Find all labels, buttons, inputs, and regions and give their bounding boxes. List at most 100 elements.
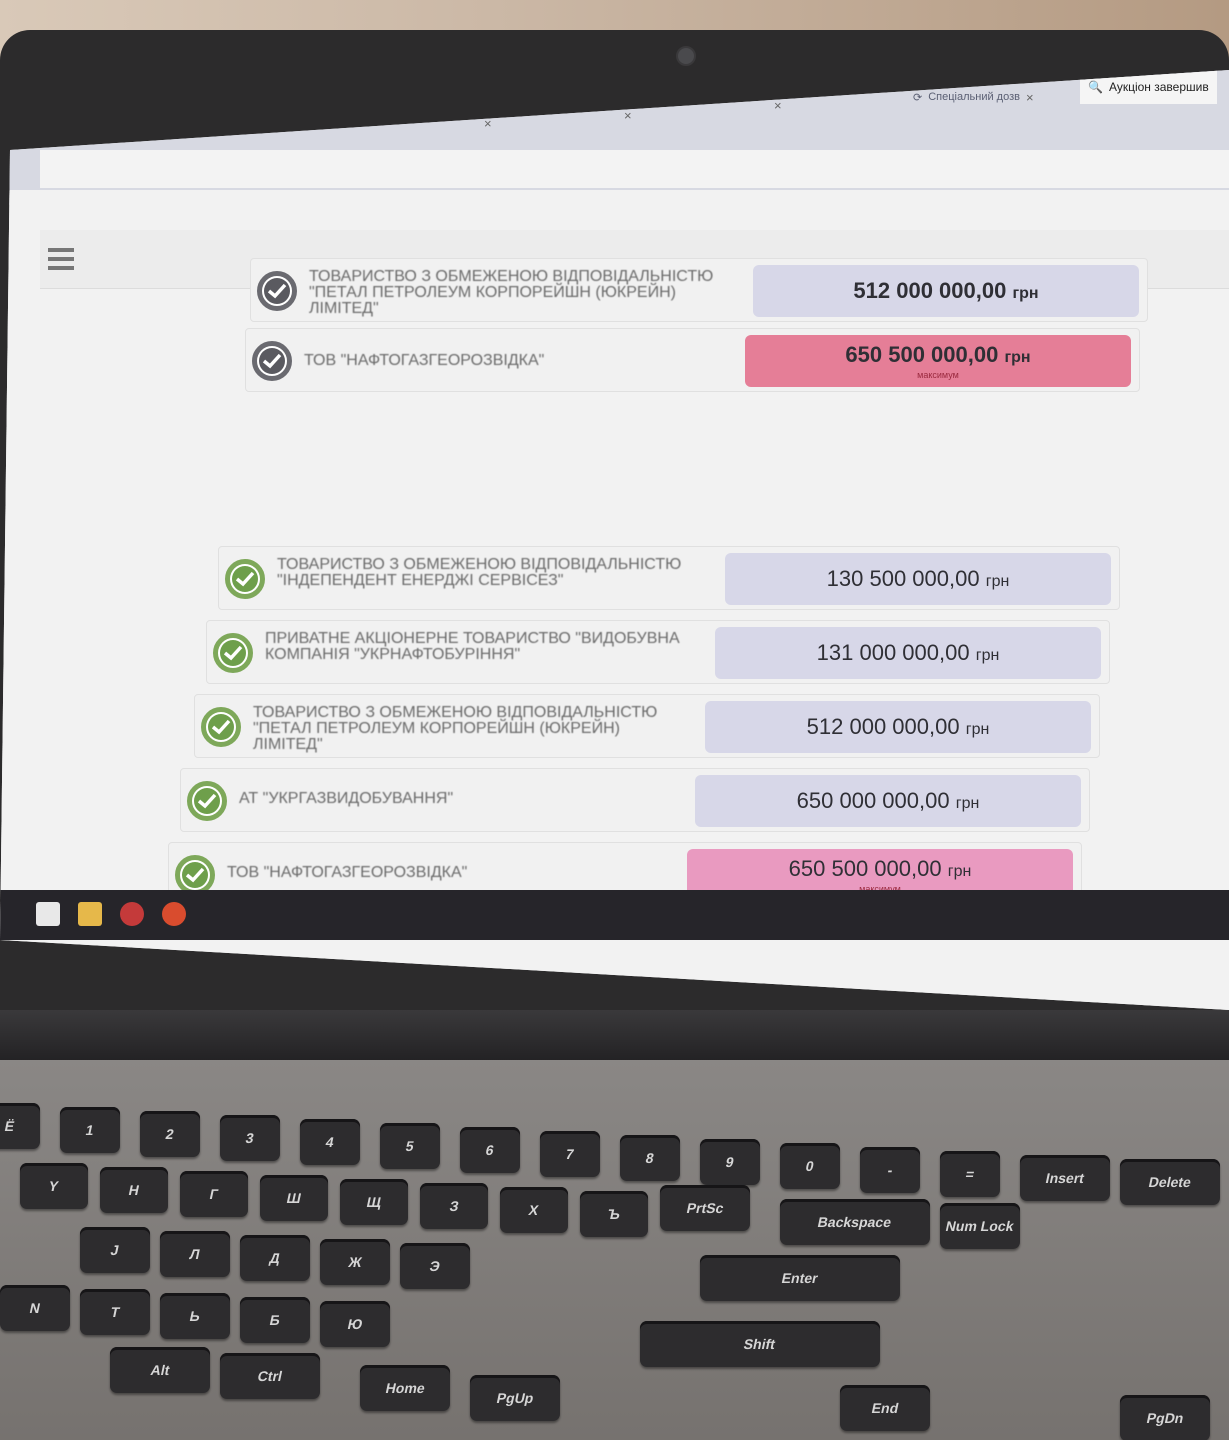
insert-key[interactable]: Insert	[1020, 1155, 1110, 1201]
currency: грн	[975, 647, 1000, 664]
key[interactable]: 7	[540, 1131, 600, 1177]
backspace-key[interactable]: Backspace	[780, 1199, 930, 1245]
check-circle-icon	[175, 855, 215, 895]
key[interactable]: N	[0, 1285, 70, 1331]
key[interactable]: Л	[160, 1231, 230, 1277]
pgdn-key[interactable]: PgDn	[1120, 1395, 1210, 1440]
end-key[interactable]: End	[840, 1385, 930, 1431]
browser-app-icon[interactable]	[120, 902, 144, 926]
key[interactable]: З	[420, 1183, 488, 1229]
bidder-name: АТ "Укргазвидобування"	[239, 790, 454, 807]
bid-amount-box: 131 000 000,00 грн	[715, 627, 1101, 679]
currency: грн	[985, 573, 1010, 590]
search-icon: 🔍	[1088, 80, 1103, 94]
home-key[interactable]: Home	[360, 1365, 450, 1411]
key[interactable]: 8	[620, 1135, 680, 1181]
key[interactable]: 2	[140, 1111, 200, 1157]
refresh-icon: ⟳	[913, 91, 923, 104]
bid-amount: 650 500 000,00	[788, 856, 942, 881]
check-circle-icon	[213, 633, 253, 673]
check-circle-icon	[257, 271, 297, 311]
num-lock-key[interactable]: Num Lock	[940, 1203, 1020, 1249]
check-circle-icon	[201, 707, 241, 747]
key[interactable]: 9	[700, 1139, 760, 1185]
tab-label: Аукціон завершив	[1108, 80, 1209, 94]
notepad-icon[interactable]	[36, 902, 60, 926]
key[interactable]: Щ	[340, 1179, 408, 1225]
shift-key[interactable]: Shift	[640, 1321, 880, 1367]
windows-taskbar: ▲▭◠◁	[0, 890, 1229, 940]
webcam	[676, 46, 696, 66]
bid-amount-box-max: 650 500 000,00 грн максимум	[745, 335, 1131, 387]
bidder-name: ПРИВАТНЕ АКЦІОНЕРНЕ ТОВАРИСТВО "ВИДОБУВН…	[265, 630, 680, 663]
key[interactable]: =	[940, 1151, 1000, 1197]
key[interactable]: Ь	[160, 1293, 230, 1339]
key[interactable]: Н	[100, 1167, 168, 1213]
result-row: ТОВАРИСТВО З ОБМЕЖЕНОЮ ВІДПОВІДАЛЬНІСТЮ …	[194, 694, 1100, 758]
bid-row: ТОВ "НАФТОГАЗГЕОРОЗВІДКА" 650 500 000,00…	[245, 328, 1140, 392]
key[interactable]: Ю	[320, 1301, 390, 1347]
key[interactable]: Ш	[260, 1175, 328, 1221]
bidder-name: ТОВАРИСТВО З ОБМЕЖЕНОЮ ВІДПОВІДАЛЬНІСТЮ …	[253, 704, 658, 753]
key[interactable]: Т	[80, 1289, 150, 1335]
bid-amount: 650 500 000,00	[845, 342, 999, 367]
bid-amount: 650 000 000,00	[796, 788, 950, 813]
bidder-name: ТОВАРИСТВО З ОБМЕЖЕНОЮ ВІДПОВІДАЛЬНІСТЮ …	[277, 556, 682, 589]
key[interactable]: 6	[460, 1127, 520, 1173]
tab-label: Спеціальний дозв	[928, 91, 1020, 103]
app-icon[interactable]	[162, 902, 186, 926]
key[interactable]: 0	[780, 1143, 840, 1189]
bid-amount-box: 512 000 000,00 грн	[705, 701, 1091, 753]
bidder-name: ТОВАРИСТВО З ОБМЕЖЕНОЮ ВІДПОВІДАЛЬНІСТЮ …	[309, 268, 714, 317]
ctrl-key[interactable]: Ctrl	[220, 1353, 320, 1399]
key[interactable]: Ж	[320, 1239, 390, 1285]
max-label: максимум	[917, 370, 959, 380]
currency: грн	[955, 795, 980, 812]
currency: грн	[1012, 285, 1039, 302]
bid-amount: 512 000 000,00	[806, 714, 960, 739]
bid-amount-box: 512 000 000,00 грн	[753, 265, 1139, 317]
key[interactable]: Г	[180, 1171, 248, 1217]
key[interactable]: 5	[380, 1123, 440, 1169]
bid-row: ТОВАРИСТВО З ОБМЕЖЕНОЮ ВІДПОВІДАЛЬНІСТЮ …	[250, 258, 1148, 322]
key[interactable]: -	[860, 1147, 920, 1193]
key[interactable]: Ъ	[580, 1191, 648, 1237]
alt-key[interactable]: Alt	[110, 1347, 210, 1393]
check-circle-icon	[252, 341, 292, 381]
currency: грн	[947, 863, 972, 880]
close-icon[interactable]: ×	[624, 108, 632, 123]
delete-key[interactable]: Delete	[1120, 1159, 1220, 1205]
key[interactable]: Y	[20, 1163, 88, 1209]
bidder-name: ТОВ "НАФТОГАЗГЕОРОЗВІДКА"	[227, 864, 468, 881]
check-circle-icon	[187, 781, 227, 821]
key[interactable]: Ё	[0, 1103, 40, 1149]
key[interactable]: 4	[300, 1119, 360, 1165]
key[interactable]: Х	[500, 1187, 568, 1233]
laptop-screen: × × × ⟳ Спеціальний дозв × 🔍 Аукціон заве…	[0, 70, 1229, 1010]
key[interactable]: Э	[400, 1243, 470, 1289]
enter-key[interactable]: Enter	[700, 1255, 900, 1301]
bid-amount-box: 650 000 000,00 грн	[695, 775, 1081, 827]
address-bar[interactable]	[40, 150, 1229, 188]
pgup-key[interactable]: PgUp	[470, 1375, 560, 1421]
menu-icon[interactable]	[48, 248, 74, 270]
close-icon[interactable]: ×	[1026, 90, 1034, 105]
bidder-name: ТОВ "НАФТОГАЗГЕОРОЗВІДКА"	[304, 352, 545, 369]
folder-icon[interactable]	[78, 902, 102, 926]
key[interactable]: J	[80, 1227, 150, 1273]
key[interactable]: 3	[220, 1115, 280, 1161]
prtsc-key[interactable]: PrtSc	[660, 1185, 750, 1231]
bid-amount: 512 000 000,00	[853, 278, 1007, 303]
result-row: ТОВАРИСТВО З ОБМЕЖЕНОЮ ВІДПОВІДАЛЬНІСТЮ …	[218, 546, 1120, 610]
key[interactable]: Б	[240, 1297, 310, 1343]
keyboard: Ё 1 2 3 4 5 6 7 8 9 0 - = Insert Delete …	[0, 1085, 1229, 1440]
currency: грн	[965, 721, 990, 738]
key[interactable]: 1	[60, 1107, 120, 1153]
currency: грн	[1004, 349, 1031, 366]
result-row: АТ "Укргазвидобування" 650 000 000,00 гр…	[180, 768, 1090, 832]
check-circle-icon	[225, 559, 265, 599]
bid-amount: 131 000 000,00	[816, 640, 970, 665]
bid-amount: 130 500 000,00	[826, 566, 980, 591]
bid-amount-box: 130 500 000,00 грн	[725, 553, 1111, 605]
key[interactable]: Д	[240, 1235, 310, 1281]
